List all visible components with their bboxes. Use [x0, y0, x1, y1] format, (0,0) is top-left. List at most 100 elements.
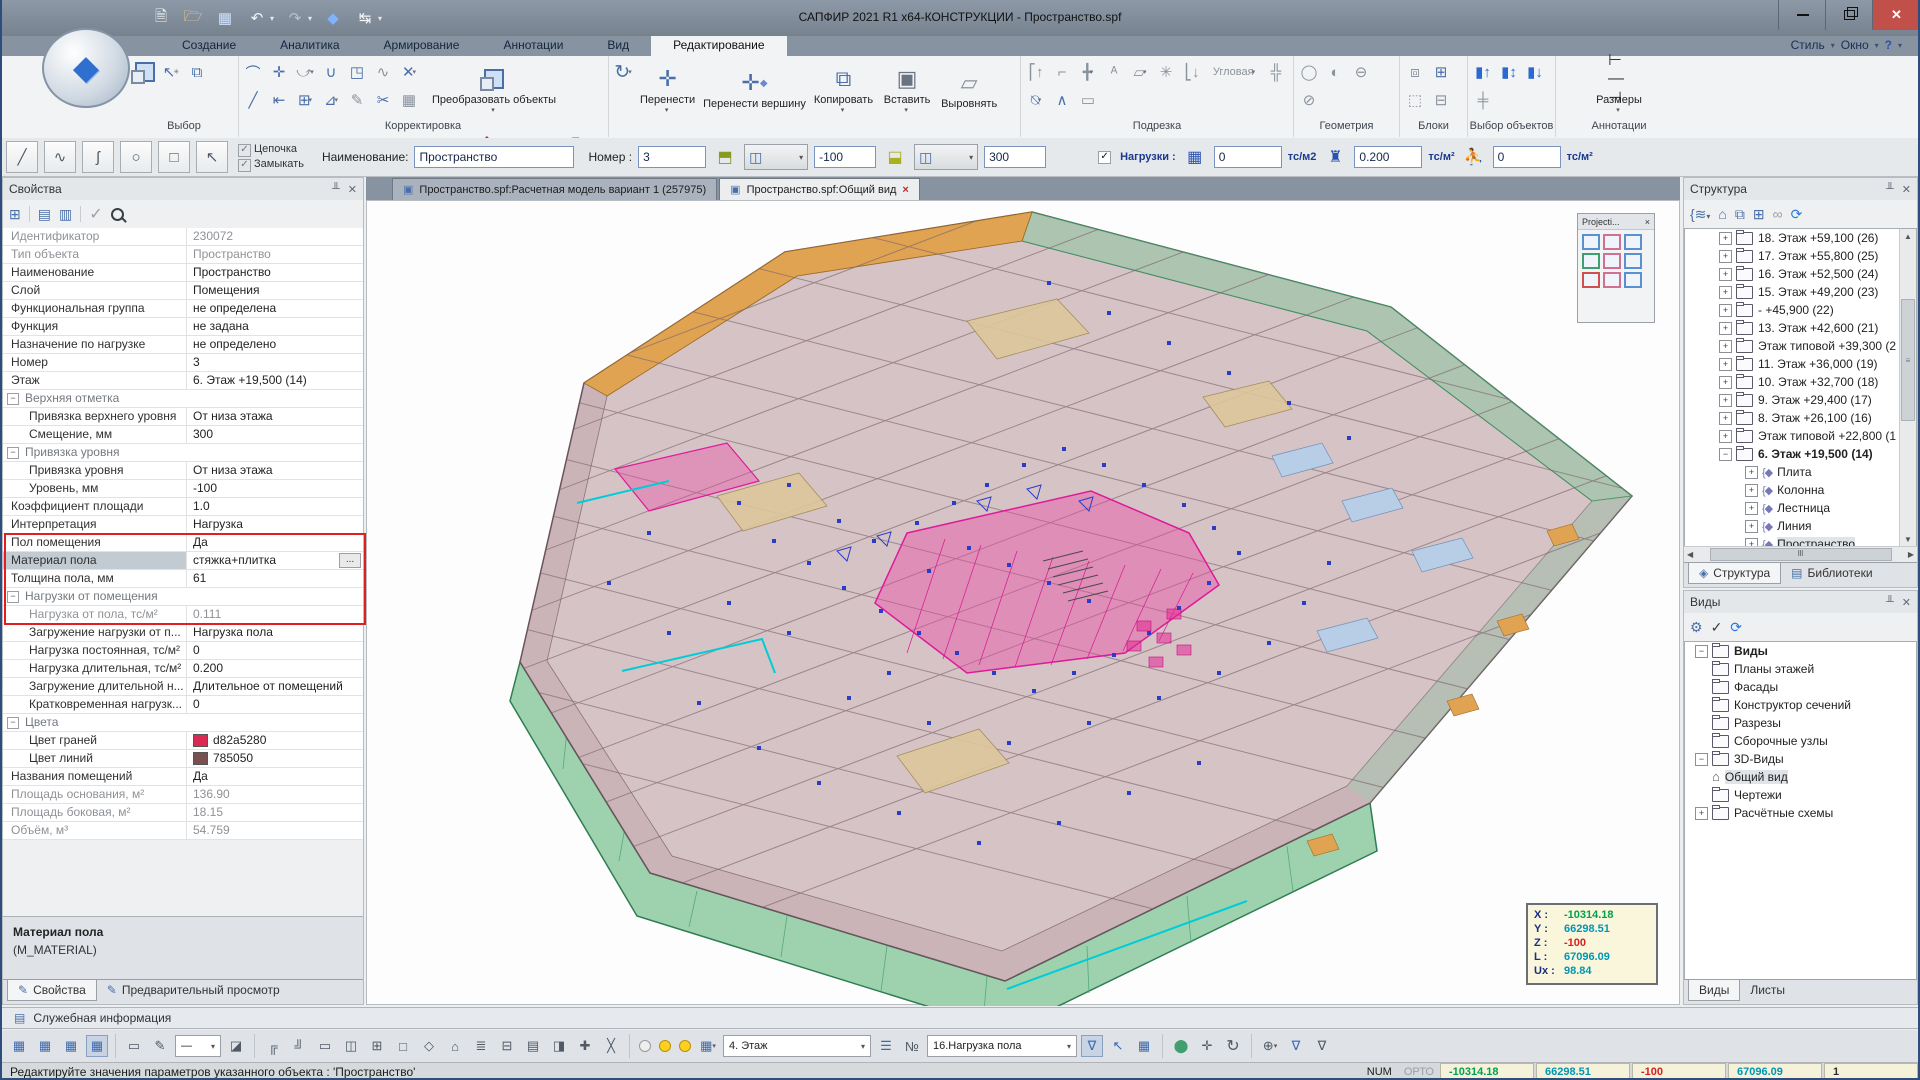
tree-item[interactable]: Разрезы [1685, 714, 1916, 732]
filter-funnel-icon[interactable]: ∇ [1285, 1035, 1307, 1057]
expand-groups-icon[interactable]: ⊞ [9, 206, 21, 223]
projection-icon[interactable] [1624, 234, 1642, 250]
group-expander-icon[interactable]: − [7, 591, 19, 603]
property-row[interactable]: Площадь основания, м² 136.90 [3, 786, 363, 804]
filter-mode-icon[interactable]: {≋▾ [1690, 206, 1710, 223]
select-updown-icon[interactable]: ▮↕ [1496, 58, 1522, 86]
draw-line-tool[interactable]: ╱ [6, 141, 38, 173]
property-row[interactable]: Кратковременная нагрузк... 0 [3, 696, 363, 714]
corner-trim-button[interactable]: Угловая▾ [1205, 58, 1263, 86]
property-row[interactable]: Функция не задана [3, 318, 363, 336]
snap-list-icon[interactable]: ▤ [522, 1035, 544, 1057]
trim-settings-icon[interactable]: ✳ [1153, 58, 1179, 86]
ortho-indicator[interactable]: ОРТО [1398, 1066, 1440, 1078]
draw-select-tool[interactable]: ↖ [196, 141, 228, 173]
expander-icon[interactable]: + [1745, 484, 1758, 497]
tree-item[interactable]: + 13. Этаж +42,600 (21) [1685, 319, 1916, 337]
expander-icon[interactable]: + [1719, 412, 1732, 425]
tree-item[interactable]: + 8. Этаж +26,100 (16) [1685, 409, 1916, 427]
list-view-icon[interactable]: ▤ [38, 206, 51, 223]
select-down-icon[interactable]: ▮↓ [1522, 58, 1548, 86]
select-overlap-icon[interactable]: ⧉ [184, 58, 210, 86]
transform-objects-button[interactable]: Преобразовать объекты▾ [428, 58, 560, 120]
draw-polyline-tool[interactable]: ∿ [44, 141, 76, 173]
number-input[interactable] [638, 146, 706, 168]
building-model[interactable] [367, 201, 1681, 1006]
tree-item[interactable]: + 11. Этаж +36,000 (19) [1685, 355, 1916, 373]
property-row[interactable]: Привязка верхнего уровня От низа этажа [3, 408, 363, 426]
snap-remove-icon[interactable]: ⊟ [496, 1035, 518, 1057]
mirror-icon[interactable]: ⊿▾ [318, 86, 344, 114]
chain-checkbox[interactable]: ✓ [238, 144, 251, 157]
expander-icon[interactable]: + [1745, 466, 1758, 479]
expander-icon[interactable]: + [1719, 286, 1732, 299]
add-node-icon[interactable]: ⊞ [1753, 206, 1765, 223]
property-row[interactable]: Коэффициент площади 1.0 [3, 498, 363, 516]
slice-icon[interactable]: ⊘ [1296, 86, 1322, 114]
level-offset-input[interactable] [814, 146, 876, 168]
workplane-1-icon[interactable]: ▦ [8, 1035, 30, 1057]
redo-dropdown-icon[interactable]: ▾ [308, 14, 312, 23]
snap-half-icon[interactable]: ◨ [548, 1035, 570, 1057]
property-row[interactable]: Толщина пола, мм 61 [3, 570, 363, 588]
fillet-icon[interactable]: ⌒ [240, 58, 266, 86]
tree-item[interactable]: + 18. Этаж +59,100 (26) [1685, 229, 1916, 247]
property-row[interactable]: Слой Помещения [3, 282, 363, 300]
workplane-4-icon[interactable]: ▦ [86, 1035, 108, 1057]
apply-view-icon[interactable]: ✓ [1711, 619, 1723, 636]
top-anchor-combo[interactable]: ◫▾ [914, 144, 978, 170]
no-trim-icon[interactable]: ⍉▾ [1023, 86, 1049, 114]
property-row[interactable]: Уровень, мм -100 [3, 480, 363, 498]
expander-icon[interactable]: + [1719, 304, 1732, 317]
tree-item[interactable]: + Этаж типовой +22,800 (1 [1685, 427, 1916, 445]
scroll-up-icon[interactable]: ▲ [1900, 229, 1916, 244]
tab-structure[interactable]: ◈Структура [1688, 563, 1781, 584]
draw-spline-tool[interactable]: ʃ [82, 141, 114, 173]
ruler-tool-icon[interactable]: ▭ [123, 1035, 145, 1057]
property-row[interactable]: Материал пола стяжка+плитка ... [3, 552, 363, 570]
break-icon[interactable]: ╱ [240, 86, 266, 114]
minimize-button[interactable] [1778, 0, 1826, 30]
projection-icon[interactable] [1582, 272, 1600, 288]
refresh-icon[interactable]: ⟳ [1730, 619, 1742, 636]
horizontal-scrollbar[interactable]: ◀ lll ▶ [1684, 546, 1917, 562]
tree-item[interactable]: Общий вид [1685, 768, 1916, 786]
property-row[interactable]: − Нагрузки от помещения [3, 588, 363, 606]
list-icon[interactable]: ☰ [875, 1035, 897, 1057]
snap-grid-icon[interactable]: ⊞ [366, 1035, 388, 1057]
trim-cross-icon[interactable]: ╋▾ [1075, 58, 1101, 86]
property-row[interactable]: Привязка уровня От низа этажа [3, 462, 363, 480]
block-create-icon[interactable]: ⧈ [1402, 58, 1428, 86]
property-row[interactable]: Площадь боковая, м² 18.15 [3, 804, 363, 822]
extend-icon[interactable]: ⤻▾ [292, 58, 318, 86]
tree-item[interactable]: Фасады [1685, 678, 1916, 696]
expander-icon[interactable]: + [1745, 520, 1758, 533]
save-icon[interactable]: ▦ [214, 9, 236, 27]
scissors-icon[interactable]: ✂ [370, 86, 396, 114]
ruler-icon[interactable]: ↹ [354, 9, 376, 27]
trim-icon[interactable]: ✛ [266, 58, 292, 86]
projection-icon[interactable] [1603, 272, 1621, 288]
delete-icon[interactable]: ✕▾ [396, 58, 422, 86]
expander-icon[interactable]: + [1719, 322, 1732, 335]
property-row[interactable]: Нагрузка постоянная, тс/м² 0 [3, 642, 363, 660]
scrollbar-thumb[interactable]: ≡ [1901, 299, 1915, 421]
ribbon-tab[interactable]: Редактирование [651, 36, 786, 56]
tree-item[interactable]: Конструктор сечений [1685, 696, 1916, 714]
tree-item[interactable]: + 17. Этаж +55,800 (25) [1685, 247, 1916, 265]
roof-trim-icon[interactable]: ∧ [1049, 86, 1075, 114]
expander-icon[interactable]: + [1745, 502, 1758, 515]
pin-icon[interactable]: ╨ [1886, 183, 1894, 195]
expander-icon[interactable]: + [1695, 807, 1708, 820]
expander-icon[interactable]: − [1719, 448, 1732, 461]
tree-item[interactable]: − 3D-Виды [1685, 750, 1916, 768]
close-chain-checkbox[interactable]: ✓ [238, 159, 251, 172]
union-icon[interactable]: ◯ [1296, 58, 1322, 86]
line-style-combo[interactable]: —▾ [175, 1035, 221, 1057]
expander-icon[interactable]: − [1695, 753, 1708, 766]
open-file-icon[interactable]: 🗁 [182, 6, 204, 31]
3d-viewport[interactable] [366, 200, 1680, 1005]
ellipsis-button[interactable]: ... [339, 553, 361, 568]
loads-checkbox[interactable]: ✓ [1098, 151, 1111, 164]
property-row[interactable]: − Привязка уровня [3, 444, 363, 462]
